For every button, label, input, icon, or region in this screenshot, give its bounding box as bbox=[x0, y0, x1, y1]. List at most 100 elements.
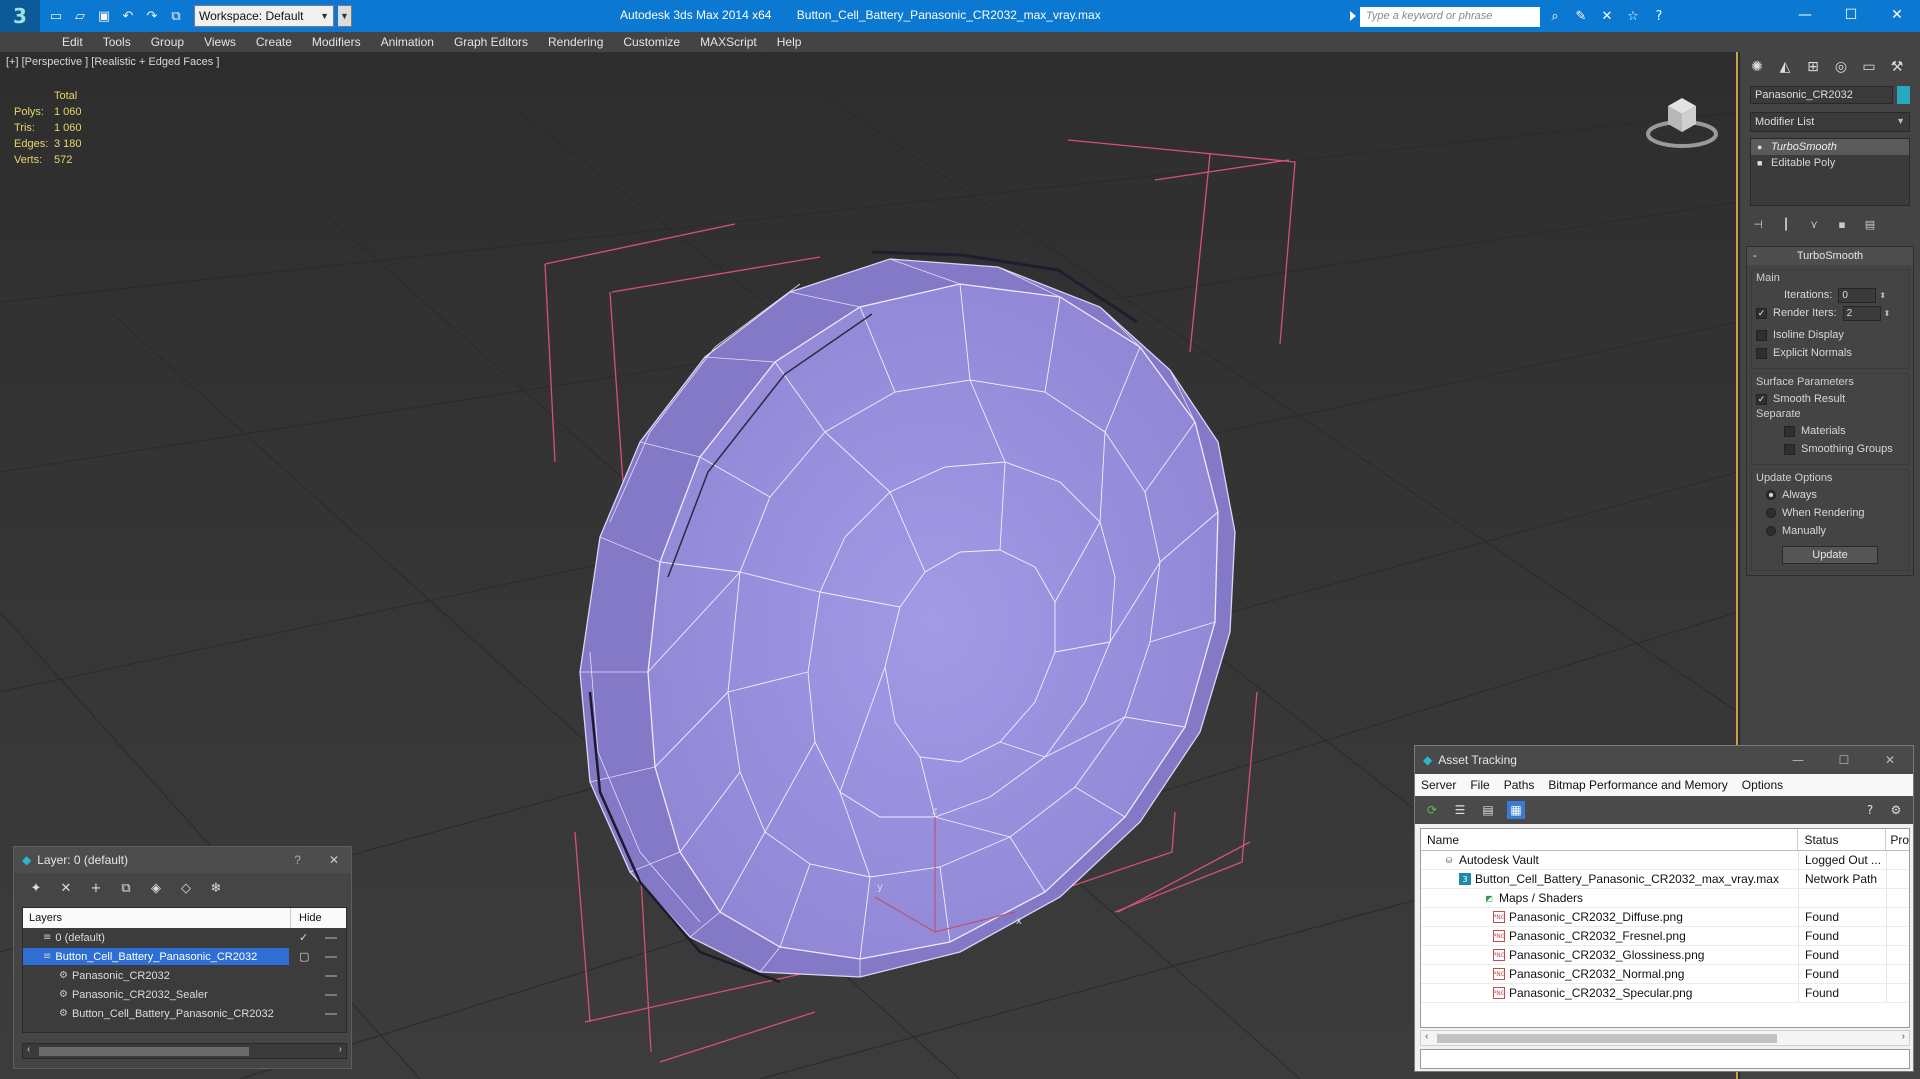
pin-stack-icon[interactable]: ⊣ bbox=[1750, 216, 1766, 232]
utilities-tab-icon[interactable]: ⚒ bbox=[1884, 56, 1910, 78]
undo-icon[interactable]: ↶ bbox=[118, 6, 138, 26]
qat-customize-icon[interactable]: ▼ bbox=[338, 5, 352, 27]
object-color-swatch[interactable] bbox=[1896, 86, 1910, 104]
open-file-icon[interactable]: ▱ bbox=[70, 6, 90, 26]
motion-tab-icon[interactable]: ◎ bbox=[1828, 56, 1854, 78]
table-row[interactable]: PNG Panasonic_CR2032_Diffuse.png Found bbox=[1421, 908, 1909, 927]
show-end-result-icon[interactable]: ┃ bbox=[1778, 216, 1794, 232]
scroll-right-icon[interactable]: › bbox=[339, 1044, 342, 1055]
project-folder-icon[interactable]: ⧉ bbox=[166, 6, 186, 26]
app-logo-icon[interactable]: 3 bbox=[0, 0, 40, 32]
menu-create[interactable]: Create bbox=[246, 35, 302, 49]
when-rendering-radio[interactable] bbox=[1766, 508, 1776, 518]
table-row[interactable]: PNG Panasonic_CR2032_Specular.png Found bbox=[1421, 984, 1909, 1003]
hide-toggle[interactable] bbox=[325, 994, 337, 996]
table-row[interactable]: ⛁ Autodesk Vault Logged Out ... bbox=[1421, 851, 1909, 870]
delete-layer-icon[interactable]: ✕ bbox=[58, 880, 74, 896]
menu-rendering[interactable]: Rendering bbox=[538, 35, 613, 49]
hide-column-header[interactable]: Hide bbox=[291, 912, 322, 924]
layer-row[interactable]: ⚙ Panasonic_CR2032 bbox=[23, 966, 346, 985]
isoline-checkbox[interactable] bbox=[1756, 329, 1767, 341]
menu-graph-editors[interactable]: Graph Editors bbox=[444, 35, 538, 49]
layer-row[interactable]: ⚙ Panasonic_CR2032_Sealer bbox=[23, 985, 346, 1004]
close-icon[interactable]: ✕ bbox=[329, 853, 339, 867]
menu-help[interactable]: Help bbox=[767, 35, 812, 49]
always-radio[interactable] bbox=[1766, 490, 1776, 500]
make-unique-icon[interactable]: ⋎ bbox=[1806, 216, 1822, 232]
table-row[interactable]: 3 Button_Cell_Battery_Panasonic_CR2032_ma… bbox=[1421, 870, 1909, 889]
status-column-header[interactable]: Status bbox=[1798, 829, 1887, 850]
save-file-icon[interactable]: ▣ bbox=[94, 6, 114, 26]
smoothing-groups-checkbox[interactable] bbox=[1784, 443, 1795, 455]
viewport-label[interactable]: [+] [Perspective ] [Realistic + Edged Fa… bbox=[6, 56, 219, 68]
rollout-header[interactable]: - TurboSmooth bbox=[1747, 247, 1913, 265]
asset-menu-paths[interactable]: Paths bbox=[1504, 778, 1535, 792]
menu-views[interactable]: Views bbox=[194, 35, 246, 49]
communication-icon[interactable]: ✕ bbox=[1598, 7, 1616, 25]
materials-checkbox[interactable] bbox=[1784, 425, 1795, 437]
layer-row[interactable]: ≡ 0 (default) ✓ bbox=[23, 928, 346, 947]
menu-group[interactable]: Group bbox=[141, 35, 194, 49]
render-iters-checkbox[interactable]: ✓ bbox=[1756, 307, 1767, 319]
help-button[interactable]: ? bbox=[294, 853, 301, 867]
menu-customize[interactable]: Customize bbox=[613, 35, 690, 49]
hide-toggle[interactable] bbox=[325, 956, 337, 958]
asset-menu-server[interactable]: Server bbox=[1421, 778, 1456, 792]
favorites-star-icon[interactable]: ☆ bbox=[1624, 7, 1642, 25]
hide-toggle[interactable] bbox=[325, 1013, 337, 1015]
close-icon[interactable]: ✕ bbox=[1867, 753, 1913, 767]
asset-menu-options[interactable]: Options bbox=[1742, 778, 1783, 792]
highlight-layer-icon[interactable]: ◈ bbox=[148, 880, 164, 896]
subscription-icon[interactable]: ✎ bbox=[1572, 7, 1590, 25]
help-icon[interactable]: ? bbox=[1650, 7, 1668, 25]
settings-icon[interactable]: ⚙ bbox=[1887, 801, 1905, 819]
table-row[interactable]: PNG Panasonic_CR2032_Fresnel.png Found bbox=[1421, 927, 1909, 946]
name-column-header[interactable]: Name bbox=[1421, 829, 1799, 850]
list-view-icon[interactable]: ☰ bbox=[1451, 801, 1469, 819]
workspace-dropdown[interactable]: Workspace: Default ▼ bbox=[194, 5, 334, 27]
menu-animation[interactable]: Animation bbox=[371, 35, 444, 49]
maximize-icon[interactable]: ☐ bbox=[1828, 0, 1874, 30]
hierarchy-tab-icon[interactable]: ⊞ bbox=[1800, 56, 1826, 78]
new-file-icon[interactable]: ▭ bbox=[46, 6, 66, 26]
minimize-icon[interactable]: — bbox=[1782, 0, 1828, 30]
scroll-left-icon[interactable]: ‹ bbox=[1425, 1031, 1428, 1042]
update-button[interactable]: Update bbox=[1782, 546, 1878, 564]
layer-horizontal-scrollbar[interactable]: ‹ › bbox=[22, 1043, 347, 1059]
stack-item-editable-poly[interactable]: ■ Editable Poly bbox=[1751, 155, 1909, 171]
menu-modifiers[interactable]: Modifiers bbox=[302, 35, 371, 49]
manually-radio[interactable] bbox=[1766, 526, 1776, 536]
layer-row[interactable]: ≡ Button_Cell_Battery_Panasonic_CR2032 ▢ bbox=[23, 947, 346, 966]
expand-plus-icon[interactable]: ■ bbox=[1757, 158, 1762, 168]
layer-window-titlebar[interactable]: ◆ Layer: 0 (default) ? ✕ bbox=[14, 847, 351, 873]
layer-set-current-icon[interactable]: ▢ bbox=[299, 950, 309, 963]
refresh-icon[interactable]: ⟳ bbox=[1423, 801, 1441, 819]
stack-item-turbosmooth[interactable]: ● TurboSmooth bbox=[1751, 139, 1909, 155]
detail-view-icon[interactable]: ▤ bbox=[1479, 801, 1497, 819]
select-objects-icon[interactable]: ⧉ bbox=[118, 880, 134, 896]
iterations-spinner[interactable]: 0 bbox=[1838, 287, 1877, 303]
asset-menu-file[interactable]: File bbox=[1470, 778, 1489, 792]
menu-edit[interactable]: Edit bbox=[52, 35, 93, 49]
create-layer-icon[interactable]: ✦ bbox=[28, 880, 44, 896]
asset-horizontal-scrollbar[interactable]: ‹ › bbox=[1420, 1030, 1910, 1046]
smooth-result-checkbox[interactable]: ✓ bbox=[1756, 393, 1767, 405]
spinner-arrows-icon[interactable]: ⬍ bbox=[1879, 291, 1886, 300]
asset-menu-bitmap-performance[interactable]: Bitmap Performance and Memory bbox=[1548, 778, 1727, 792]
binoculars-icon[interactable]: ⌕ bbox=[1546, 7, 1564, 25]
display-tab-icon[interactable]: ▭ bbox=[1856, 56, 1882, 78]
object-name-field[interactable]: Panasonic_CR2032 bbox=[1750, 86, 1893, 104]
layers-column-header[interactable]: Layers bbox=[23, 908, 291, 928]
scroll-thumb[interactable] bbox=[39, 1047, 249, 1056]
remove-modifier-icon[interactable]: ▪ bbox=[1834, 216, 1850, 232]
render-iters-spinner[interactable]: 2 bbox=[1842, 305, 1881, 321]
layer-row[interactable]: ⚙ Button_Cell_Battery_Panasonic_CR2032 bbox=[23, 1004, 346, 1023]
minimize-icon[interactable]: — bbox=[1775, 753, 1821, 767]
create-tab-icon[interactable]: ✺ bbox=[1744, 56, 1770, 78]
keyword-search-input[interactable]: Type a keyword or phrase bbox=[1360, 7, 1540, 27]
modifier-list-dropdown[interactable]: Modifier List ▼ bbox=[1750, 112, 1910, 132]
help-icon[interactable]: ? bbox=[1861, 801, 1879, 819]
hide-toggle[interactable] bbox=[325, 975, 337, 977]
viewcube-icon[interactable] bbox=[1642, 86, 1722, 156]
menu-maxscript[interactable]: MAXScript bbox=[690, 35, 767, 49]
